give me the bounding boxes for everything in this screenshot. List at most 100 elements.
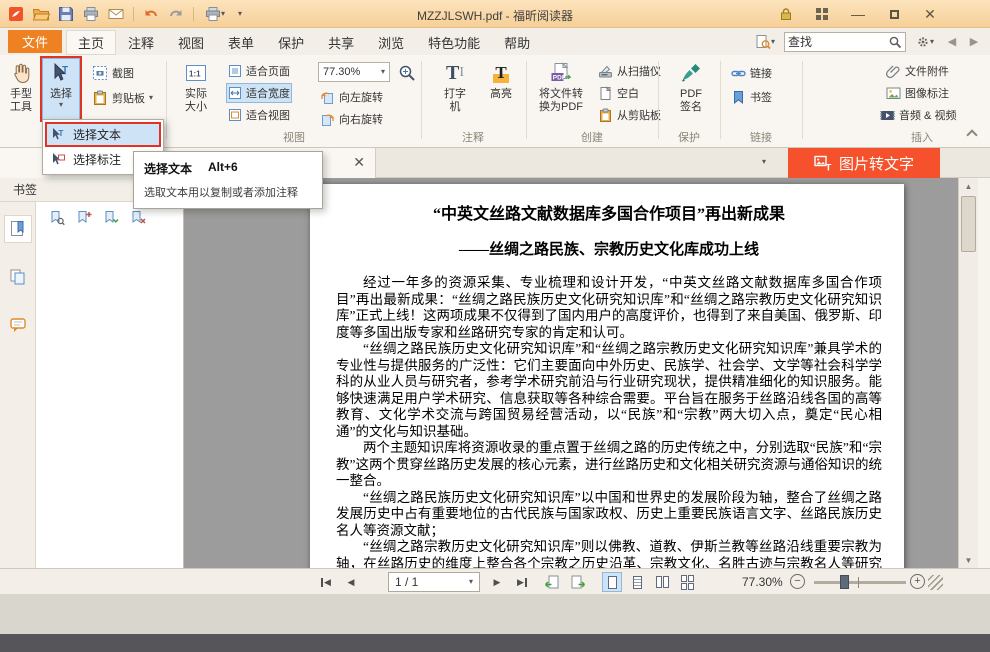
maximize-button[interactable] — [884, 5, 904, 23]
convert-to-pdf-button[interactable]: PDF 将文件转换为PDF — [533, 58, 589, 114]
hand-tool-button[interactable]: 手型工具 — [3, 58, 39, 114]
fit-page-button[interactable]: 适合页面 — [226, 61, 292, 81]
tab-share[interactable]: 共享 — [316, 30, 366, 55]
fit-width-button[interactable]: 适合宽度 — [226, 83, 292, 103]
open-file-button[interactable] — [30, 4, 52, 24]
tab-help[interactable]: 帮助 — [492, 30, 542, 55]
tab-features[interactable]: 特色功能 — [416, 30, 492, 55]
undo-button[interactable] — [140, 4, 162, 24]
search-scope-button[interactable]: ▾ — [752, 32, 778, 52]
blank-page-button[interactable]: 空白 — [596, 83, 641, 103]
zoom-in-button[interactable]: + — [910, 574, 925, 589]
previous-view-button[interactable] — [542, 573, 562, 591]
resize-grip[interactable] — [928, 575, 943, 590]
comments-panel-button[interactable] — [5, 312, 31, 338]
tab-list-icon[interactable]: ▾ — [762, 158, 766, 166]
facing-view-button[interactable] — [652, 572, 672, 592]
group-separator — [526, 61, 527, 139]
page-number-box[interactable]: 1 / 1 ▾ — [388, 572, 480, 592]
rotate-left-button[interactable]: 向左旋转 — [318, 87, 385, 107]
zoom-combo[interactable]: 77.30% ▾ — [318, 62, 390, 82]
close-button[interactable]: ✕ — [920, 5, 940, 23]
close-tab-icon[interactable]: ✕ — [353, 154, 365, 171]
group-separator — [802, 61, 803, 139]
tab-home[interactable]: 主页 — [66, 30, 116, 55]
continuous-facing-view-button[interactable] — [677, 572, 697, 592]
typewriter-button[interactable]: TI 打字机 — [432, 58, 478, 114]
svg-text:1:1: 1:1 — [189, 70, 201, 79]
link-icon — [731, 66, 746, 81]
zoom-slider-thumb[interactable] — [840, 575, 849, 589]
app-menu-button[interactable] — [5, 4, 27, 24]
snapshot-button[interactable]: 截图 — [90, 63, 136, 83]
tab-browse[interactable]: 浏览 — [366, 30, 416, 55]
highlight-button[interactable]: T 高亮 — [482, 58, 520, 101]
rotate-left-label: 向左旋转 — [339, 89, 383, 105]
email-button[interactable] — [105, 4, 127, 24]
tab-form[interactable]: 表单 — [216, 30, 266, 55]
highlight-icon: T — [493, 63, 508, 83]
search-icon[interactable] — [888, 35, 902, 49]
actual-size-button[interactable]: 1:1 实际大小 — [172, 58, 220, 114]
tab-comment[interactable]: 注释 — [116, 30, 166, 55]
pdf-page: “中英文丝路文献数据库多国合作项目”再出新成果 ——丝绸之路民族、宗教历史文化库… — [310, 184, 904, 568]
single-page-view-button[interactable] — [602, 572, 622, 592]
link-button[interactable]: 链接 — [729, 63, 774, 83]
from-clipboard-button[interactable]: 从剪贴板 — [596, 105, 663, 125]
select-tool-button[interactable]: T 选择 ▾ — [40, 56, 82, 122]
scroll-down-icon[interactable]: ▼ — [959, 552, 978, 568]
continuous-page-icon — [633, 576, 642, 589]
file-attachment-button[interactable]: 文件附件 — [884, 61, 951, 81]
file-menu-button[interactable]: 文件 — [8, 30, 62, 53]
tab-protect[interactable]: 保护 — [266, 30, 316, 55]
desktop-background — [0, 594, 990, 634]
minimize-button[interactable]: — — [848, 5, 868, 23]
grid-icon — [816, 8, 828, 20]
bookmarks-panel-button[interactable] — [5, 216, 31, 242]
ribbon-tab-row: 文件 主页 注释 视图 表单 保护 共享 浏览 特色功能 帮助 ▾ ▾ ◀ ▶ — [0, 28, 990, 55]
pages-panel-button[interactable] — [5, 264, 31, 290]
find-bookmark-icon[interactable] — [49, 210, 65, 226]
find-input[interactable] — [788, 35, 888, 49]
menu-item-select-text[interactable]: T 选择文本 — [45, 122, 161, 147]
zoom-out-button[interactable]: − — [790, 574, 805, 589]
delete-bookmark-icon[interactable] — [130, 210, 146, 226]
quick-print-button[interactable]: ▾ — [200, 4, 230, 24]
first-page-button[interactable]: ◀ — [316, 573, 336, 591]
clipboard-label: 剪贴板 — [112, 90, 145, 106]
last-page-button[interactable]: ▶ — [512, 573, 532, 591]
zoom-slider-track[interactable] — [814, 581, 906, 584]
next-page-button[interactable]: ▶ — [488, 573, 506, 591]
scroll-up-icon[interactable]: ▲ — [959, 178, 978, 194]
save-button[interactable] — [55, 4, 77, 24]
bookmark-button[interactable]: 书签 — [729, 87, 774, 107]
find-previous-button[interactable]: ◀ — [944, 32, 960, 52]
redo-button[interactable] — [165, 4, 187, 24]
next-view-button[interactable] — [568, 573, 588, 591]
print-button[interactable] — [80, 4, 102, 24]
continuous-view-button[interactable] — [627, 572, 647, 592]
protected-mode-button[interactable] — [776, 5, 796, 23]
customize-toolbar-button[interactable]: ▾ — [233, 4, 247, 24]
audio-video-button[interactable]: 音频 & 视频 — [878, 105, 958, 125]
document-view[interactable]: “中英文丝路文献数据库多国合作项目”再出新成果 ——丝绸之路民族、宗教历史文化库… — [184, 178, 958, 568]
previous-page-button[interactable]: ◀ — [342, 573, 360, 591]
fit-visible-button[interactable]: 适合视图 — [226, 105, 292, 125]
from-scanner-button[interactable]: 从扫描仪 — [596, 61, 663, 81]
tab-view[interactable]: 视图 — [166, 30, 216, 55]
scrollbar-thumb[interactable] — [961, 196, 976, 252]
zoom-in-tool-button[interactable] — [396, 63, 418, 83]
add-bookmark-icon[interactable] — [76, 210, 92, 226]
quick-print-icon — [205, 6, 221, 22]
image-annotation-button[interactable]: 图像标注 — [884, 83, 951, 103]
clipboard-button[interactable]: 剪贴板 ▾ — [90, 88, 155, 108]
maximize-icon — [890, 10, 899, 19]
switch-layout-button[interactable] — [812, 5, 832, 23]
rotate-right-button[interactable]: 向右旋转 — [318, 109, 385, 129]
find-options-button[interactable]: ▾ — [912, 32, 938, 52]
pdf-sign-button[interactable]: PDF签名 — [668, 58, 714, 114]
expand-bookmarks-icon[interactable] — [103, 210, 119, 226]
vertical-scrollbar[interactable]: ▲ ▼ — [958, 178, 978, 568]
image-to-text-button[interactable]: T 图片转文字 — [788, 148, 940, 178]
find-next-button[interactable]: ▶ — [966, 32, 982, 52]
